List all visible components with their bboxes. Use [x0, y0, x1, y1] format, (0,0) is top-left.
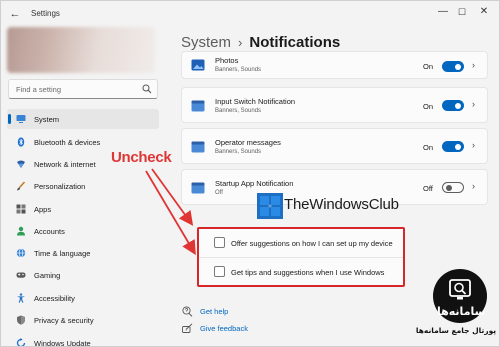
accessibility-icon: [17, 293, 25, 303]
apps-icon: [16, 204, 26, 214]
toggle-knob: [455, 143, 461, 150]
search-input[interactable]: Find a setting: [8, 79, 158, 99]
breadcrumb-separator: ›: [238, 35, 243, 50]
checkbox-row-tips-suggestions[interactable]: Get tips and suggestions when I use Wind…: [199, 258, 403, 286]
checkbox-label: Get tips and suggestions when I use Wind…: [231, 268, 385, 277]
maximize-button[interactable]: ☐: [452, 4, 472, 20]
network-icon: [17, 160, 25, 168]
app-icon: [191, 100, 205, 112]
checkbox-label: Offer suggestions on how I can set up my…: [231, 239, 393, 248]
breadcrumb: System › Notifications: [181, 34, 340, 51]
chevron-right-icon[interactable]: ›: [472, 181, 475, 191]
feedback-icon: [182, 323, 193, 333]
checkbox-row-setup-suggestions[interactable]: Offer suggestions on how I can set up my…: [199, 229, 403, 257]
sidebar-item-label: Bluetooth & devices: [34, 138, 101, 147]
toggle-state-label: Off: [423, 184, 433, 193]
shield-icon: [17, 315, 25, 325]
sidebar-item-label: Privacy & security: [34, 316, 94, 325]
suggestions-checkbox-group: Offer suggestions on how I can set up my…: [197, 227, 405, 287]
toggle-switch[interactable]: [442, 182, 464, 193]
close-button[interactable]: ✕: [474, 4, 494, 20]
search-icon: [142, 84, 152, 94]
title-bar: ← Settings — ☐ ✕: [1, 1, 499, 27]
get-help-label: Get help: [200, 307, 229, 316]
notification-subtitle: Banners, Sounds: [215, 108, 262, 114]
toggle-state-label: On: [423, 62, 434, 71]
photos-icon: [191, 59, 205, 71]
notification-title: Startup App Notification: [215, 179, 294, 188]
notification-title: Photos: [215, 56, 239, 65]
toggle-state-label: On: [423, 143, 434, 152]
sidebar-item-label: Gaming: [34, 271, 61, 280]
back-button[interactable]: ←: [7, 6, 23, 22]
person-icon: [17, 226, 25, 236]
toggle-switch[interactable]: [442, 100, 464, 111]
sidebar-item-label: Accessibility: [34, 294, 75, 303]
sidebar-item-label: Time & language: [34, 249, 91, 258]
sidebar-item-privacy-security[interactable]: Privacy & security: [7, 310, 159, 330]
sidebar-item-accounts[interactable]: Accounts: [7, 221, 159, 241]
toggle-state-label: On: [423, 102, 434, 111]
watermark-text: TheWindowsClub: [284, 196, 399, 213]
notification-card-operator-messages[interactable]: Operator messages Banners, Sounds On ›: [181, 128, 488, 164]
toggle-switch[interactable]: [442, 61, 464, 72]
chevron-right-icon[interactable]: ›: [472, 140, 475, 150]
corner-logo-title: سامانه‌ها: [437, 305, 486, 318]
profile-card[interactable]: [7, 27, 155, 73]
checkbox[interactable]: [214, 237, 225, 248]
sidebar-item-gaming[interactable]: Gaming: [7, 265, 159, 285]
toggle-knob: [446, 184, 452, 191]
sidebar-item-accessibility[interactable]: Accessibility: [7, 288, 159, 308]
magnifier-logo-icon: [449, 279, 471, 300]
page-title: Notifications: [249, 34, 341, 51]
thewindowsclub-logo-icon: [257, 193, 283, 219]
sidebar-item-label: Windows Update: [34, 339, 91, 347]
sidebar-item-label: Accounts: [34, 227, 65, 236]
toggle-knob: [455, 63, 461, 70]
notification-subtitle: Off: [215, 190, 223, 196]
gamepad-icon: [16, 272, 26, 278]
sidebar-item-windows-update[interactable]: Windows Update: [7, 333, 159, 347]
brush-icon: [17, 181, 26, 191]
notification-title: Operator messages: [215, 138, 281, 147]
notification-subtitle: Banners, Sounds: [215, 149, 262, 155]
sidebar-item-system[interactable]: System: [7, 109, 159, 129]
sidebar-item-time-language[interactable]: Time & language: [7, 243, 159, 263]
sidebar-item-label: System: [34, 115, 60, 124]
notification-title: Input Switch Notification: [215, 97, 296, 106]
toggle-switch[interactable]: [442, 141, 464, 152]
notification-subtitle: Banners, Sounds: [215, 67, 262, 73]
app-icon: [191, 141, 205, 153]
settings-window: ← Settings — ☐ ✕ Find a setting System B…: [0, 0, 500, 347]
checkbox[interactable]: [214, 266, 225, 277]
search-placeholder: Find a setting: [16, 85, 62, 94]
give-feedback-label: Give feedback: [200, 324, 248, 333]
corner-logo-subtitle: پورتال جامع سامانه‌ها: [415, 326, 497, 335]
sidebar-item-label: Apps: [34, 205, 52, 214]
sidebar-item-apps[interactable]: Apps: [7, 199, 159, 219]
help-icon: [182, 306, 193, 317]
chevron-right-icon[interactable]: ›: [472, 60, 475, 70]
globe-icon: [16, 248, 26, 258]
toggle-knob: [455, 102, 461, 109]
monitor-icon: [16, 115, 26, 123]
chevron-right-icon[interactable]: ›: [472, 99, 475, 109]
sidebar-item-label: Personalization: [34, 182, 86, 191]
minimize-button[interactable]: —: [433, 4, 453, 20]
selection-indicator: [8, 114, 11, 124]
notification-card-photos[interactable]: Photos Banners, Sounds On ›: [181, 51, 488, 79]
annotation-uncheck-label: Uncheck: [111, 149, 172, 166]
sidebar-item-personalization[interactable]: Personalization: [7, 176, 159, 196]
app-title: Settings: [31, 9, 60, 18]
app-icon: [191, 182, 205, 194]
notification-card-input-switch[interactable]: Input Switch Notification Banners, Sound…: [181, 87, 488, 123]
breadcrumb-parent[interactable]: System: [181, 34, 231, 51]
bluetooth-icon: [17, 137, 25, 147]
update-icon: [16, 338, 26, 346]
sidebar-item-label: Network & internet: [34, 160, 96, 169]
